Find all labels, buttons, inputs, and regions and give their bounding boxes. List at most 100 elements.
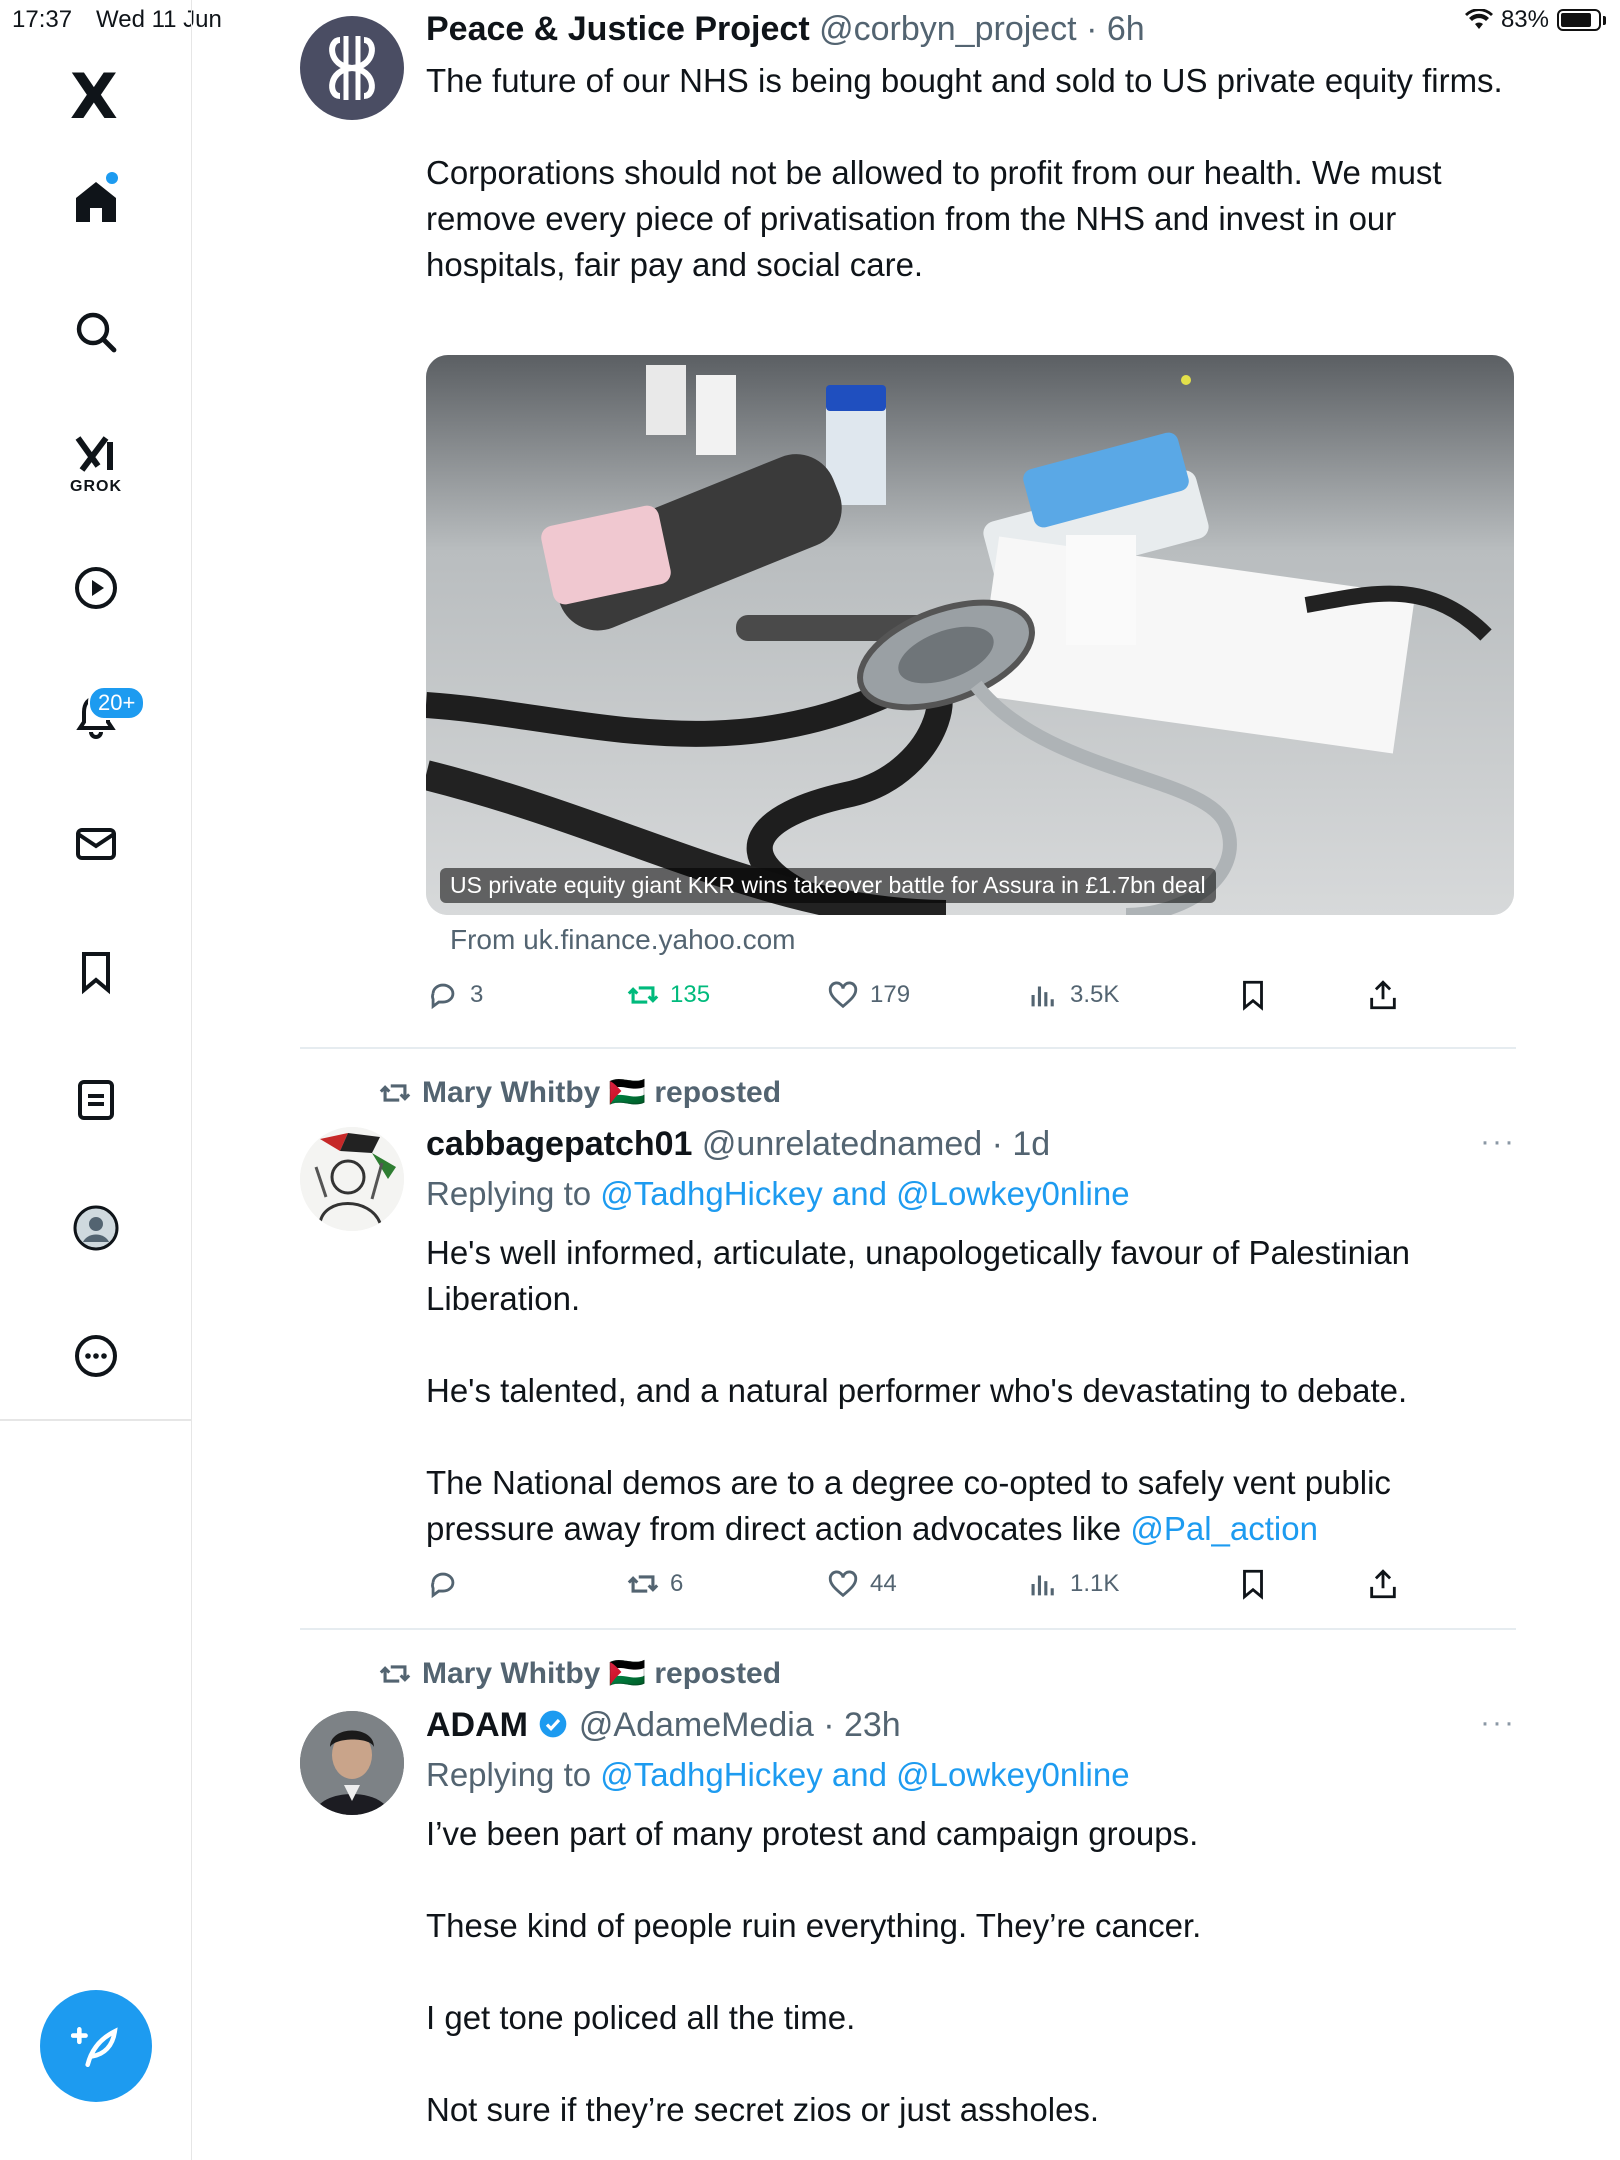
- reply-button[interactable]: 3: [426, 978, 483, 1012]
- like-button[interactable]: 179: [826, 978, 910, 1012]
- repost-button[interactable]: 135: [626, 978, 710, 1012]
- share-button[interactable]: [1366, 978, 1400, 1012]
- link-source[interactable]: From uk.finance.yahoo.com: [450, 924, 796, 956]
- heart-icon: [828, 1570, 858, 1598]
- view-count: 1.1K: [1070, 1570, 1120, 1597]
- author-name[interactable]: cabbagepatch01: [426, 1125, 692, 1163]
- share-button[interactable]: [1366, 1567, 1400, 1601]
- post-text: I’ve been part of many protest and campa…: [426, 1811, 1506, 2133]
- bookmark-icon: [1243, 980, 1263, 1011]
- repost-icon: [379, 1083, 411, 1102]
- replying-to-handles[interactable]: @TadhgHickey and @Lowkey0nline: [600, 1756, 1129, 1793]
- peace-justice-logo-icon: [329, 36, 375, 100]
- notifications-badge: 20+: [88, 686, 146, 720]
- view-count: 3.5K: [1070, 981, 1120, 1008]
- post-paragraph: The National demos are to a degree co-op…: [426, 1460, 1506, 1552]
- post-paragraph: These kind of people ruin everything. Th…: [426, 1907, 1202, 1944]
- author-name[interactable]: Peace & Justice Project: [426, 10, 810, 48]
- views-button[interactable]: 3.5K: [1026, 978, 1119, 1012]
- status-right: 83%: [1464, 6, 1606, 34]
- post-paragraph: I get tone policed all the time.: [426, 1999, 856, 2036]
- author-handle[interactable]: @unrelatednamed: [702, 1125, 982, 1163]
- views-button[interactable]: 1.1K: [1026, 1567, 1119, 1601]
- sidebar-divider: [0, 1419, 192, 1421]
- sidebar: X GROK 20+: [0, 0, 192, 2160]
- post-paragraph: The future of our NHS is being bought an…: [426, 62, 1503, 99]
- like-button[interactable]: 44: [826, 1567, 897, 1601]
- battery-percent: 83%: [1500, 6, 1549, 33]
- bookmark-button[interactable]: [1236, 978, 1270, 1012]
- cabbagepatch-avatar-art: [300, 1127, 404, 1231]
- post-header: Peace & Justice Project @corbyn_project …: [426, 10, 1145, 48]
- grok-icon[interactable]: [66, 424, 126, 484]
- repost-context: Mary Whitby 🇵🇸 reposted: [378, 1656, 781, 1691]
- share-icon: [1370, 980, 1396, 1010]
- compose-post-button[interactable]: [40, 1990, 152, 2102]
- post-header: ADAM @AdameMedia · 23h: [426, 1706, 901, 1744]
- repost-count: 6: [670, 1570, 684, 1597]
- reply-icon: [431, 1572, 455, 1599]
- views-icon: [1031, 1575, 1054, 1596]
- post-text: The future of our NHS is being bought an…: [426, 58, 1506, 288]
- avatar[interactable]: [300, 16, 404, 120]
- messages-icon[interactable]: [66, 814, 126, 874]
- stethoscope-photo: [426, 355, 1514, 915]
- reply-icon: [431, 983, 455, 1010]
- post-time[interactable]: 23h: [844, 1706, 901, 1744]
- share-icon: [1370, 1569, 1396, 1599]
- avatar[interactable]: [300, 1127, 404, 1231]
- repost-icon: [627, 986, 659, 1004]
- link-card-image[interactable]: US private equity giant KKR wins takeove…: [426, 355, 1514, 915]
- avatar[interactable]: [300, 1711, 404, 1815]
- video-icon[interactable]: [66, 558, 126, 618]
- adam-avatar-photo: [300, 1711, 404, 1815]
- mention-link[interactable]: @Pal_action: [1130, 1510, 1318, 1547]
- post-paragraph: He's talented, and a natural performer w…: [426, 1372, 1408, 1409]
- author-name[interactable]: ADAM: [426, 1706, 528, 1744]
- verified-badge-icon: [540, 1710, 567, 1738]
- post-time[interactable]: 1d: [1012, 1125, 1050, 1163]
- wifi-icon: [1464, 9, 1493, 29]
- reposted-by[interactable]: Mary Whitby 🇵🇸 reposted: [422, 1075, 781, 1110]
- repost-context: Mary Whitby 🇵🇸 reposted: [378, 1075, 781, 1110]
- post-time[interactable]: 6h: [1107, 10, 1145, 48]
- reposted-by[interactable]: Mary Whitby 🇵🇸 reposted: [422, 1656, 781, 1691]
- post-actions: 6 44 1.1K: [426, 1567, 1406, 1611]
- post-more-icon[interactable]: ···: [1480, 1706, 1516, 1740]
- battery-tip: [1603, 15, 1606, 25]
- reply-count: 3: [470, 981, 484, 1008]
- post-header: cabbagepatch01 @unrelatednamed · 1d: [426, 1125, 1051, 1163]
- author-handle[interactable]: @AdameMedia: [579, 1706, 814, 1744]
- profile-avatar-icon[interactable]: [66, 1198, 126, 1258]
- post-more-icon[interactable]: ···: [1480, 1125, 1516, 1159]
- home-unread-dot: [106, 172, 118, 184]
- bookmark-button[interactable]: [1236, 1567, 1270, 1601]
- bookmarks-icon[interactable]: [66, 942, 126, 1002]
- lists-icon[interactable]: [66, 1070, 126, 1130]
- author-handle[interactable]: @corbyn_project: [819, 10, 1077, 48]
- reply-button[interactable]: [426, 1567, 470, 1601]
- views-icon: [1031, 986, 1054, 1007]
- replying-to-handles[interactable]: @TadhgHickey and @Lowkey0nline: [600, 1175, 1129, 1212]
- replying-prefix: Replying to: [426, 1175, 592, 1212]
- grok-label: GROK: [70, 478, 122, 495]
- repost-icon: [379, 1664, 411, 1683]
- replying-to: Replying to @TadhgHickey and @Lowkey0nli…: [426, 1756, 1130, 1794]
- repost-button[interactable]: 6: [626, 1567, 683, 1601]
- bookmark-icon: [1243, 1569, 1263, 1600]
- battery-icon: [1557, 9, 1601, 31]
- like-count: 179: [870, 981, 911, 1008]
- search-icon[interactable]: [66, 302, 126, 362]
- post-actions: 3 135 179 3.5K: [426, 978, 1406, 1022]
- x-logo[interactable]: X: [70, 66, 118, 128]
- post-text: He's well informed, articulate, unapolog…: [426, 1230, 1506, 1552]
- repost-count: 135: [670, 981, 711, 1008]
- like-count: 44: [870, 1570, 897, 1597]
- post-divider: [300, 1628, 1516, 1630]
- post-paragraph: Corporations should not be allowed to pr…: [426, 154, 1442, 283]
- post-divider: [300, 1047, 1516, 1049]
- more-options-icon[interactable]: [66, 1326, 126, 1386]
- post-paragraph: Not sure if they’re secret zios or just …: [426, 2091, 1100, 2128]
- post-paragraph: He's well informed, articulate, unapolog…: [426, 1234, 1410, 1317]
- compose-feather-icon: [71, 2027, 118, 2068]
